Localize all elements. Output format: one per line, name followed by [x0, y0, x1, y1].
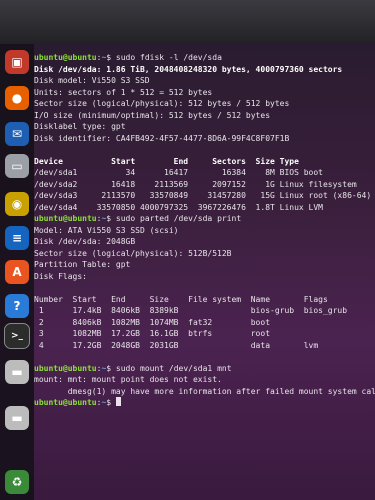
command-line: ubuntu@ubuntu:~$ sudo parted /dev/sda pr…	[34, 213, 375, 225]
output-line: Disklabel type: gpt	[34, 122, 126, 131]
desktop-screen: ▣ ● ✉ ▭ ◉ ≡ A? >_ ▬ ▬ ♻ ubuntu@ubuntu:~$ sudo fdis…	[0, 44, 375, 500]
output-line: Model: ATA Vi550 S3 SSD (scsi)	[34, 225, 179, 235]
drive-icon-2[interactable]: ▬	[5, 406, 29, 430]
command-line: ubuntu@ubuntu:~$ sudo mount /dev/sda1 mn…	[34, 363, 375, 375]
prompt-user: ubuntu@ubuntu	[34, 398, 97, 407]
output-line: 3 1082MB 17.2GB 16.1GB btrfs root	[34, 329, 271, 338]
output-line: /dev/sda2 16418 2113569 2097152 1G Linux…	[34, 179, 357, 189]
output-line: mount: mnt: mount point does not exist.	[34, 375, 222, 384]
terminal-output[interactable]: ubuntu@ubuntu:~$ sudo fdisk -l /dev/sda D…	[34, 44, 375, 500]
output-line: 1 17.4kB 8406kB 8389kB bios-grub bios_gr…	[34, 306, 348, 315]
output-line: I/O size (minimum/optimal): 512 bytes / …	[34, 110, 271, 120]
output-line: 4 17.2GB 2048GB 2031GB data lvm	[34, 340, 319, 350]
output-line: /dev/sda4 33570850 4000797325 3967226476…	[34, 202, 323, 212]
output-line-bold: Disk /dev/sda: 1.86 TiB, 2048408248320 b…	[34, 64, 343, 74]
help-icon[interactable]: ?	[5, 294, 29, 318]
output-line: Units: sectors of 1 * 512 = 512 bytes	[34, 87, 213, 97]
prompt-symbol: $	[106, 398, 116, 407]
output-line: 2 8406kB 1082MB 1074MB fat32 boot	[34, 317, 271, 327]
command-text: sudo fdisk -l /dev/sda	[115, 53, 222, 62]
rhythmbox-icon[interactable]: ◉	[5, 192, 29, 216]
prompt-symbol: $	[106, 53, 116, 62]
output-line: Disk identifier: CA4FB492-4F57-4477-8D6A…	[34, 133, 290, 143]
writer-icon[interactable]: ≡	[5, 226, 29, 250]
command-line: ubuntu@ubuntu:~$ sudo fdisk -l /dev/sda	[34, 52, 375, 64]
dock: ▣ ● ✉ ▭ ◉ ≡ A? >_ ▬ ▬ ♻	[0, 44, 34, 500]
prompt-symbol: $	[106, 363, 116, 373]
output-line: Sector size (logical/physical): 512B/512…	[34, 248, 232, 258]
files-icon[interactable]: ▭	[5, 154, 29, 178]
output-line: dmesg(1) may have more information after…	[34, 386, 375, 396]
prompt-symbol: $	[106, 214, 116, 223]
output-line: Sector size (logical/physical): 512 byte…	[34, 99, 290, 108]
thunderbird-icon[interactable]: ✉	[5, 122, 29, 146]
output-line: /dev/sda1 34 16417 16384 8M BIOS boot	[34, 168, 323, 177]
command-text: sudo mount /dev/sda1 mnt	[115, 363, 232, 373]
prompt-user: ubuntu@ubuntu	[34, 363, 97, 373]
prompt-user: ubuntu@ubuntu	[34, 214, 97, 223]
app-grid-icon[interactable]: ▣	[5, 50, 29, 74]
prompt-line-active: ubuntu@ubuntu:~$	[34, 397, 375, 409]
output-line: Disk Flags:	[34, 271, 87, 281]
output-line: /dev/sda3 2113570 33570849 31457280 15G …	[34, 191, 372, 200]
output-line: Disk model: Vi550 S3 SSD	[34, 76, 150, 85]
firefox-icon[interactable]: ●	[5, 86, 29, 110]
command-text: sudo parted /dev/sda print	[115, 214, 242, 223]
output-line: Number Start End Size File system Name F…	[34, 294, 328, 304]
drive-icon[interactable]: ▬	[5, 360, 29, 384]
prompt-user: ubuntu@ubuntu	[34, 53, 97, 62]
software-icon[interactable]: A	[5, 260, 29, 284]
text-cursor	[115, 397, 121, 406]
monitor-bezel	[0, 0, 375, 44]
output-line-bold: Device Start End Sectors Size Type	[34, 156, 299, 166]
trash-icon[interactable]: ♻	[5, 470, 29, 494]
terminal-icon[interactable]: >_	[4, 323, 30, 349]
output-line: Partition Table: gpt	[34, 260, 131, 269]
output-line: Disk /dev/sda: 2048GB	[34, 237, 136, 246]
